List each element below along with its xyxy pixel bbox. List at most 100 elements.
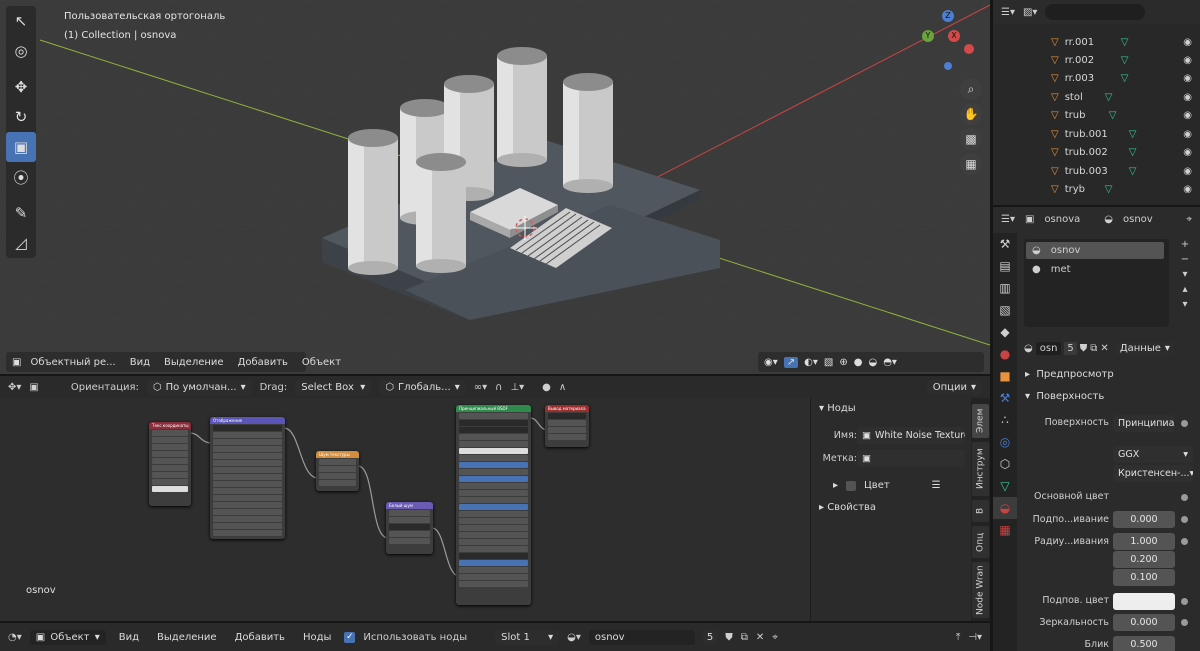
annotate-tool-icon[interactable]: ✎ <box>6 198 36 228</box>
list-icon[interactable]: ☰ <box>932 480 941 491</box>
scene-tab-icon[interactable]: ◆ <box>993 321 1017 343</box>
material-browse-icon[interactable]: ◒ <box>1024 343 1033 354</box>
solid-shading-icon[interactable]: ● <box>854 357 863 368</box>
node-noise-texture[interactable]: Шум текстуры <box>316 451 359 491</box>
nodes-section-header[interactable]: ▾ Ноды <box>819 403 856 414</box>
menu-select[interactable]: Выделение <box>159 357 229 368</box>
move-up-icon[interactable]: ▴ <box>1182 284 1187 295</box>
menu-add[interactable]: Добавить <box>233 357 293 368</box>
duplicate-icon[interactable]: ⧉ <box>1090 343 1097 354</box>
color-subpanel[interactable]: ▸ Цвет ☰ <box>833 480 941 491</box>
menu-add[interactable]: Добавить <box>230 632 290 643</box>
cursor-tool-icon[interactable]: ◎ <box>6 36 36 66</box>
subsurface-color-socket-dot[interactable] <box>1181 598 1188 605</box>
outliner[interactable]: ☰▾ ▨▾ ▽ rr.001 ▽ ◉ ▽ rr.002 ▽ ◉ ▽ rr.003 ▽ ◉ ▽ sto… <box>993 0 1200 205</box>
zoom-icon[interactable]: ⌕ <box>960 78 982 100</box>
rendered-shading-icon[interactable]: ◓▾ <box>883 357 897 368</box>
z-axis-ball[interactable]: Z <box>942 10 954 22</box>
tab-item[interactable]: Элем <box>972 404 989 438</box>
eye-icon[interactable]: ◉ <box>1183 37 1192 48</box>
wireframe-shading-icon[interactable]: ⊕ <box>839 357 847 368</box>
magnet-icon[interactable]: ∩ <box>495 382 502 393</box>
move-down-icon[interactable]: ▾ <box>1182 299 1187 310</box>
material-browse-icon[interactable]: ◒▾ <box>567 632 581 643</box>
transform-icon[interactable]: ✥▾ <box>8 382 21 393</box>
drag-dropdown[interactable]: Select Box ▾ <box>295 379 372 395</box>
tab-node-wrangler[interactable]: Node Wran <box>972 562 989 618</box>
particles-tab-icon[interactable]: ∴ <box>993 409 1017 431</box>
menu-object[interactable]: Объект <box>297 357 346 368</box>
camera-icon[interactable]: ▩ <box>960 128 982 150</box>
snap-node-icon[interactable]: ⊣▾ <box>968 632 982 643</box>
properties-section-header[interactable]: ▸ Свойства <box>819 502 876 513</box>
area-divider[interactable] <box>0 621 990 623</box>
neg-z-ball[interactable] <box>944 62 952 70</box>
surface-socket-dot[interactable] <box>1181 420 1188 427</box>
pivot-dropdown[interactable]: ⬡ Глобаль... ▾ <box>379 379 466 395</box>
node-material-output[interactable]: Вывод материала <box>545 405 589 447</box>
node-texture-coordinate[interactable]: Текс.координаты <box>149 422 191 506</box>
constraints-tab-icon[interactable]: ⬡ <box>993 453 1017 475</box>
material-name-field[interactable]: osnov <box>588 629 695 645</box>
material-users-count[interactable]: 5 <box>1064 341 1077 355</box>
snap-target-icon[interactable]: ⊥▾ <box>510 382 524 393</box>
node-white-noise[interactable]: Белый шум <box>386 502 433 554</box>
material-shading-icon[interactable]: ◒ <box>868 357 877 368</box>
pan-hand-icon[interactable]: ✋ <box>960 103 982 125</box>
xray-icon[interactable]: ▧ <box>824 357 833 368</box>
slot-dropdown[interactable]: Slot 1 ▾ <box>495 629 560 645</box>
rotate-tool-icon[interactable]: ↻ <box>6 102 36 132</box>
menu-node[interactable]: Ноды <box>298 632 336 643</box>
outliner-row[interactable]: ▽ stol ▽ ◉ <box>993 88 1200 106</box>
eye-icon[interactable]: ◉ <box>1183 147 1192 158</box>
tab-tool[interactable]: Инструм <box>972 442 989 496</box>
outliner-row[interactable]: ▽ trub.001 ▽ ◉ <box>993 125 1200 143</box>
data-tab-icon[interactable]: ▽ <box>993 475 1017 497</box>
outliner-row[interactable]: ▽ trub.003 ▽ ◉ <box>993 162 1200 180</box>
navigation-gizmo[interactable]: Z Y X <box>918 8 980 72</box>
tab-options[interactable]: Опц <box>972 526 989 558</box>
gizmo-toggle-icon[interactable]: ↗ <box>783 356 799 368</box>
overlay-icon[interactable]: ◐▾ <box>804 357 818 368</box>
material-tab-icon[interactable]: ◒ <box>993 497 1017 519</box>
subsurface-color-swatch[interactable] <box>1113 593 1175 610</box>
color-checkbox[interactable] <box>846 480 857 491</box>
radius-y-field[interactable]: 0.200 <box>1113 551 1175 568</box>
fake-user-icon[interactable]: ⛊ <box>725 632 733 643</box>
base-color-socket-dot[interactable] <box>1181 494 1188 501</box>
eye-icon[interactable]: ◉ <box>1183 55 1192 66</box>
node-name-field[interactable]: ▣ White Noise Texture <box>857 427 965 444</box>
grid-view-icon[interactable]: ▦ <box>960 153 982 175</box>
unlink-icon[interactable]: ✕ <box>756 632 764 643</box>
node-principled-bsdf[interactable]: Принципиальный BSDF <box>456 405 531 605</box>
radius-z-field[interactable]: 0.100 <box>1113 569 1175 586</box>
outliner-row[interactable]: ▽ rr.003 ▽ ◉ <box>993 69 1200 87</box>
material-slots-list[interactable]: ◒ osnov ● met <box>1024 239 1169 327</box>
y-axis-ball[interactable]: Y <box>922 30 934 42</box>
eye-icon[interactable]: ◉ <box>1183 110 1192 121</box>
outliner-search-input[interactable] <box>1045 4 1146 20</box>
subsurface-method-dropdown[interactable]: Кристенсен-... ▾ <box>1113 465 1193 482</box>
radius-socket-dot[interactable] <box>1181 538 1188 545</box>
link-dropdown[interactable]: Данные ▾ <box>1115 341 1174 355</box>
world-tab-icon[interactable]: ● <box>993 343 1017 365</box>
proportional-icon[interactable]: ● <box>542 382 551 393</box>
duplicate-icon[interactable]: ⧉ <box>741 632 748 643</box>
material-users-count[interactable]: 5 <box>702 629 718 645</box>
outliner-row[interactable]: ▽ trub ▽ ◉ <box>993 106 1200 124</box>
link-icon[interactable]: ∞▾ <box>474 382 487 393</box>
specular-field[interactable]: 0.000 <box>1113 614 1175 631</box>
scale-tool-icon[interactable]: ▣ <box>6 132 36 162</box>
visibility-icon[interactable]: ◉▾ <box>764 357 778 368</box>
orientation-dropdown[interactable]: ⬡ По умолчан... ▾ <box>146 379 252 395</box>
node-label-field[interactable]: ▣ <box>857 450 965 467</box>
view-layer-tab-icon[interactable]: ▧ <box>993 299 1017 321</box>
fake-user-icon[interactable]: ⛊ <box>1080 343 1088 354</box>
modifier-tab-icon[interactable]: ⚒ <box>993 387 1017 409</box>
outliner-row[interactable]: ▽ rr.002 ▽ ◉ <box>993 51 1200 69</box>
area-divider[interactable] <box>0 374 990 376</box>
eye-icon[interactable]: ◉ <box>1183 129 1192 140</box>
specular-socket-dot[interactable] <box>1181 619 1188 626</box>
physics-tab-icon[interactable]: ◎ <box>993 431 1017 453</box>
node-mapping[interactable]: Отображение <box>210 417 285 539</box>
